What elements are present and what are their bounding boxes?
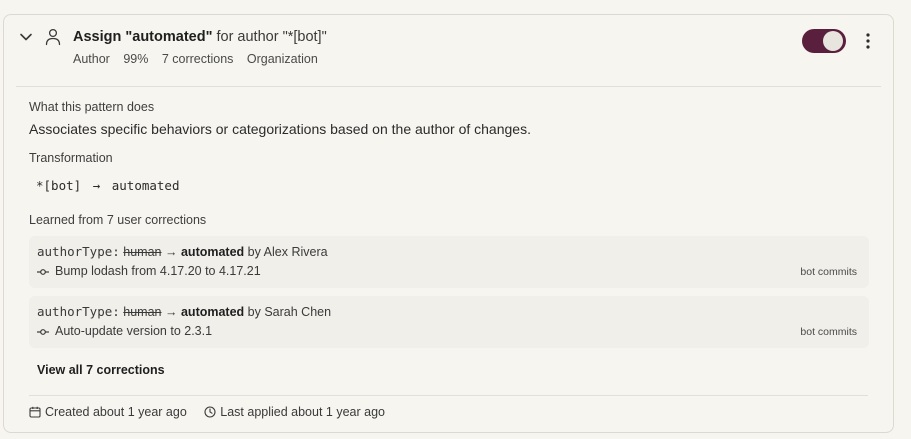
correction-arrow: → <box>165 305 178 319</box>
correction-item: authorType: human → automated by Alex Ri… <box>29 236 869 288</box>
git-commit-icon <box>37 328 49 335</box>
transformation-to: automated <box>111 178 180 193</box>
correction-old-value: human <box>123 305 162 319</box>
correction-author: Alex Rivera <box>263 245 328 259</box>
correction-item: authorType: human → automated by Sarah C… <box>29 296 869 348</box>
pattern-meta: Author 99% 7 corrections Organization <box>73 52 328 66</box>
person-icon <box>45 28 61 46</box>
footer-divider <box>29 395 868 396</box>
what-description: Associates specific behaviors or categor… <box>29 121 531 137</box>
correction-by: by <box>244 245 264 259</box>
correction-commit: Bump lodash from 4.17.20 to 4.17.21 <box>37 264 261 278</box>
clock-icon <box>204 406 216 418</box>
meta-scope: Organization <box>246 52 318 66</box>
meta-type: Author <box>73 52 110 66</box>
transformation-label: Transformation <box>29 151 113 165</box>
correction-new-value: automated <box>180 245 245 259</box>
kebab-menu-icon[interactable] <box>862 32 874 50</box>
correction-tag: bot commits <box>800 266 857 278</box>
learned-label: Learned from 7 user corrections <box>29 213 207 227</box>
correction-field: authorType: <box>37 304 120 319</box>
what-label: What this pattern does <box>29 100 155 114</box>
title-suffix: for author "*[bot]" <box>212 29 327 45</box>
correction-commit: Auto-update version to 2.3.1 <box>37 324 212 338</box>
meta-corrections: 7 corrections <box>161 52 234 66</box>
correction-by: by <box>244 305 265 319</box>
last-applied-text: Last applied about 1 year ago <box>220 405 385 419</box>
transformation-rule: *[bot] → automated <box>36 178 179 193</box>
correction-new-value: automated <box>180 305 245 319</box>
correction-commit-message: Bump lodash from 4.17.20 to 4.17.21 <box>55 264 261 278</box>
transformation-arrow: → <box>92 178 101 193</box>
pattern-header: Assign "automated" for author "*[bot]" A… <box>16 15 881 87</box>
pattern-title: Assign "automated" for author "*[bot]" <box>73 29 327 45</box>
last-applied-info: Last applied about 1 year ago <box>204 405 385 419</box>
pattern-footer: Created about 1 year ago Last applied ab… <box>29 405 399 421</box>
title-value: "automated" <box>125 29 213 45</box>
created-text: Created about 1 year ago <box>45 405 187 419</box>
correction-field: authorType: <box>37 244 120 259</box>
calendar-icon <box>29 406 41 418</box>
pattern-card: Assign "automated" for author "*[bot]" A… <box>3 14 894 433</box>
correction-change: authorType: human → automated by Alex Ri… <box>37 244 328 259</box>
meta-confidence: 99% <box>123 52 149 66</box>
pattern-enabled-toggle[interactable] <box>802 29 846 53</box>
correction-author: Sarah Chen <box>264 305 332 319</box>
title-prefix: Assign <box>73 29 126 45</box>
correction-tag: bot commits <box>800 326 857 338</box>
correction-old-value: human <box>123 245 162 259</box>
view-all-corrections-link[interactable]: View all 7 corrections <box>37 363 165 377</box>
transformation-from: *[bot] <box>36 178 82 193</box>
toggle-knob <box>823 31 843 51</box>
correction-arrow: → <box>165 245 178 259</box>
git-commit-icon <box>37 268 49 275</box>
correction-change: authorType: human → automated by Sarah C… <box>37 304 331 319</box>
created-info: Created about 1 year ago <box>29 405 187 419</box>
correction-commit-message: Auto-update version to 2.3.1 <box>55 324 213 338</box>
chevron-down-icon[interactable] <box>18 29 34 45</box>
